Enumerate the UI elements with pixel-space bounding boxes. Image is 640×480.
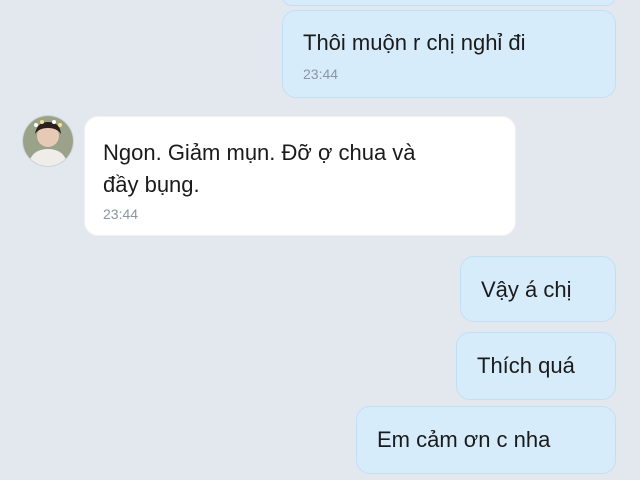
message-text: Vậy á chị xyxy=(481,277,572,302)
avatar-photo-icon xyxy=(23,116,73,166)
previous-message-bubble[interactable] xyxy=(282,0,616,6)
incoming-message-bubble[interactable]: Ngon. Giảm mụn. Đỡ ợ chua và đầy bụng. 2… xyxy=(84,116,516,236)
message-text-line1: Ngon. Giảm mụn. Đỡ ợ chua và xyxy=(103,140,416,165)
message-text-line2: đầy bụng. xyxy=(103,172,200,197)
outgoing-message-bubble[interactable]: Vậy á chị xyxy=(460,256,616,322)
message-text: Em cảm ơn c nha xyxy=(377,427,551,452)
message-time: 23:44 xyxy=(303,66,339,82)
chat-thread: Thôi muộn r chị nghỉ đi 23:44 Ngon. Giảm… xyxy=(0,0,640,480)
outgoing-message-bubble[interactable]: Thích quá xyxy=(456,332,616,400)
message-text: Thôi muộn r chị nghỉ đi xyxy=(303,30,526,55)
message-text: Thích quá xyxy=(477,353,575,378)
outgoing-message-bubble[interactable]: Em cảm ơn c nha xyxy=(356,406,616,474)
outgoing-message-bubble[interactable]: Thôi muộn r chị nghỉ đi 23:44 xyxy=(282,10,616,98)
contact-avatar[interactable] xyxy=(22,115,74,167)
message-time: 23:44 xyxy=(103,206,139,222)
